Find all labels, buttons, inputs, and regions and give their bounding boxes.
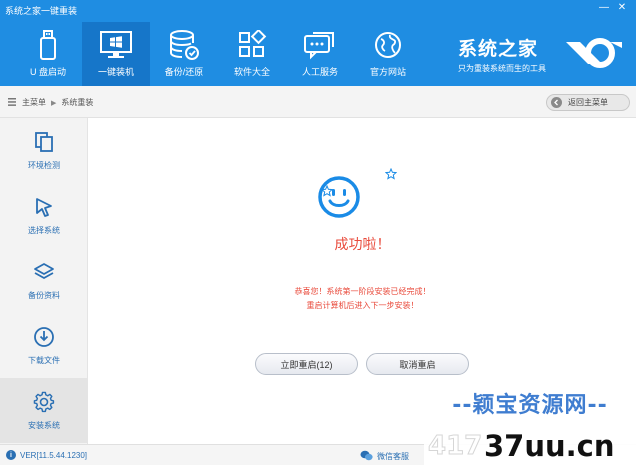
watermark-line1: --颖宝资源网-- xyxy=(452,392,608,418)
restart-now-button[interactable]: 立即重启(12) xyxy=(255,353,358,375)
windows-monitor-icon xyxy=(99,28,133,62)
back-arrow-icon xyxy=(551,97,562,108)
success-title: 成功啦！ xyxy=(334,236,391,252)
breadcrumb-bar: 主菜单 ▶ 系统重装 返回主菜单 xyxy=(0,86,636,118)
nav-item-label: U 盘启动 xyxy=(29,67,66,77)
globe-icon xyxy=(371,28,405,62)
sidebar-item-download-files[interactable]: 下载文件 xyxy=(0,313,88,378)
nav-item-label: 官方网站 xyxy=(369,67,406,77)
wechat-icon xyxy=(360,450,373,463)
cursor-arrow-icon xyxy=(32,195,56,219)
chat-bubble-icon xyxy=(303,28,337,62)
app-header: 系统之家一键重装 — ✕ U 盘启动 一键装机 备份/还原 软件大全 人工服务 … xyxy=(0,0,636,86)
sidebar-item-env-check[interactable]: 环境检测 xyxy=(0,118,88,183)
back-button-label: 返回主菜单 xyxy=(568,98,608,107)
smiley-face-icon xyxy=(315,173,363,223)
nav-item-label: 备份/还原 xyxy=(164,67,204,77)
version-label: VER[11.5.44.1230] xyxy=(20,450,88,460)
cancel-restart-button[interactable]: 取消重启 xyxy=(366,353,469,375)
sidebar-item-label: 备份资料 xyxy=(28,291,60,300)
success-message-line1: 恭喜您！系统第一阶段安装已经完成！ xyxy=(294,287,431,296)
step-sidebar: 环境检测 选择系统 备份资料 下载文件 安装系统 xyxy=(0,118,88,444)
gear-icon xyxy=(32,390,56,414)
brand-title: 系统之家 xyxy=(458,39,539,60)
chevron-right-icon: ▶ xyxy=(51,99,57,107)
breadcrumb: 主菜单 ▶ 系统重装 xyxy=(8,97,93,108)
wechat-label: 微信客服 xyxy=(377,452,409,461)
minimize-button[interactable]: — xyxy=(596,2,612,13)
nav-item-official-site[interactable]: 官方网站 xyxy=(354,22,422,86)
site-watermark: --颖宝资源网-- 417 37uu.cn xyxy=(424,384,636,465)
nav-item-usb-boot[interactable]: U 盘启动 xyxy=(14,22,82,86)
wechat-support-link[interactable]: 微信客服 xyxy=(360,450,409,463)
version-info: i VER[11.5.44.1230] xyxy=(6,450,87,460)
download-circle-icon xyxy=(32,325,56,349)
sidebar-item-label: 选择系统 xyxy=(28,226,60,235)
sidebar-item-label: 下载文件 xyxy=(28,356,60,365)
nav-item-label: 一键装机 xyxy=(97,67,134,77)
copy-docs-icon xyxy=(32,130,56,154)
success-message-line2: 重启计算机后进入下一步安装！ xyxy=(306,301,419,310)
sidebar-item-label: 安装系统 xyxy=(28,421,60,430)
layers-icon xyxy=(32,260,56,284)
sidebar-item-label: 环境检测 xyxy=(28,161,60,170)
nav-item-human-service[interactable]: 人工服务 xyxy=(286,22,354,86)
brand: 系统之家 只为重装系统而生的工具 xyxy=(458,34,546,74)
watermark-line2-prefix: 417 xyxy=(428,431,482,461)
info-icon: i xyxy=(6,450,16,460)
nav-item-one-click-install[interactable]: 一键装机 xyxy=(82,22,150,86)
back-to-main-menu-button[interactable]: 返回主菜单 xyxy=(546,94,630,111)
watermark-graphic: --颖宝资源网-- 417 37uu.cn xyxy=(428,392,615,463)
window-title: 系统之家一键重装 xyxy=(5,6,78,16)
sidebar-item-backup-data[interactable]: 备份资料 xyxy=(0,248,88,313)
nav-item-backup-restore[interactable]: 备份/还原 xyxy=(150,22,218,86)
brand-subtitle: 只为重装系统而生的工具 xyxy=(458,64,546,73)
nav-item-label: 软件大全 xyxy=(233,67,270,77)
nav-item-software[interactable]: 软件大全 xyxy=(218,22,286,86)
watermark-line2-main: 37uu.cn xyxy=(484,429,615,463)
menu-list-icon xyxy=(8,97,17,108)
breadcrumb-home[interactable]: 主菜单 xyxy=(22,97,46,108)
sidebar-item-install-system[interactable]: 安装系统 xyxy=(0,378,88,443)
nav-item-label: 人工服务 xyxy=(301,67,338,77)
usb-drive-icon xyxy=(31,28,65,62)
close-button[interactable]: ✕ xyxy=(614,2,630,13)
top-nav: U 盘启动 一键装机 备份/还原 软件大全 人工服务 官方网站 xyxy=(14,22,422,86)
star-icon xyxy=(384,167,398,182)
database-backup-icon xyxy=(167,28,201,62)
app-grid-icon xyxy=(235,28,269,62)
sidebar-item-select-system[interactable]: 选择系统 xyxy=(0,183,88,248)
breadcrumb-current: 系统重装 xyxy=(61,98,94,107)
brand-logo-icon xyxy=(562,34,624,76)
